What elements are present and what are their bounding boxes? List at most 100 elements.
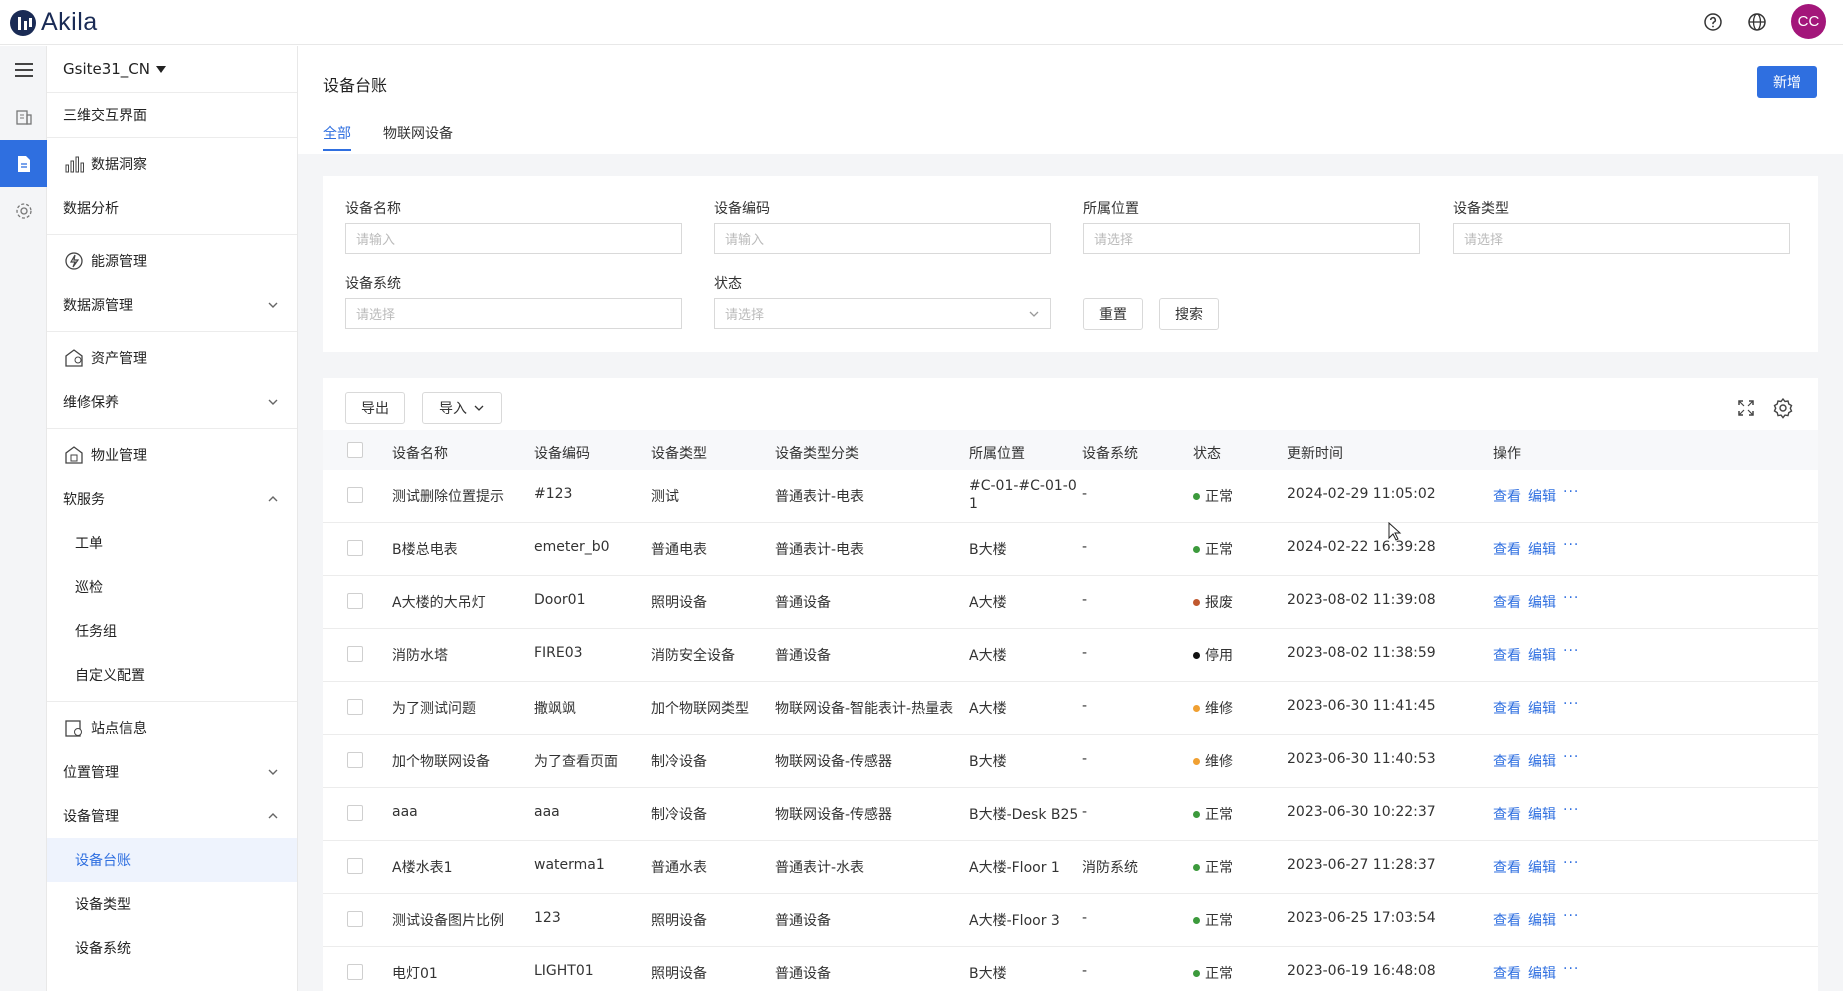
row-checkbox[interactable] <box>347 593 363 609</box>
more-actions-icon[interactable]: ··· <box>1563 484 1579 500</box>
device-code-input[interactable]: 请输入 <box>714 223 1051 254</box>
tab-iot-devices[interactable]: 物联网设备 <box>383 123 453 143</box>
row-checkbox[interactable] <box>347 646 363 662</box>
row-checkbox[interactable] <box>347 752 363 768</box>
edit-link[interactable]: 编辑 <box>1528 698 1556 718</box>
sidebar-item-device-mgmt[interactable]: 设备管理 <box>47 794 297 838</box>
rail-document-button[interactable] <box>0 140 47 187</box>
table-row[interactable]: 测试删除位置提示 #123 测试 普通表计-电表 #C-01-#C-01-0 1 - 正常 20… <box>323 470 1818 523</box>
view-link[interactable]: 查看 <box>1493 539 1521 559</box>
table-row[interactable]: B楼总电表 emeter_b0 普通电表 普通表计-电表 B大楼 - 正常 2024-02-2… <box>323 523 1818 576</box>
column-header[interactable]: 设备系统 <box>1082 443 1138 463</box>
device-system-select[interactable]: 请选择 <box>345 298 682 329</box>
search-button[interactable]: 搜索 <box>1159 298 1219 330</box>
sidebar-item-3d[interactable]: 三维交互界面 <box>47 93 297 137</box>
sidebar-item-inspection[interactable]: 巡检 <box>47 565 297 609</box>
column-header[interactable]: 设备类型 <box>651 443 707 463</box>
sidebar-group-site-info[interactable]: 站点信息 <box>47 706 297 750</box>
more-actions-icon[interactable]: ··· <box>1563 908 1579 924</box>
more-actions-icon[interactable]: ··· <box>1563 696 1579 712</box>
more-actions-icon[interactable]: ··· <box>1563 643 1579 659</box>
sidebar-item-location[interactable]: 位置管理 <box>47 750 297 794</box>
reset-button[interactable]: 重置 <box>1083 298 1143 330</box>
table-row[interactable]: 消防水塔 FIRE03 消防安全设备 普通设备 A大楼 - 停用 2023-08-02 11:… <box>323 629 1818 682</box>
column-header[interactable]: 设备名称 <box>392 443 448 463</box>
table-row[interactable]: 测试设备图片比例 123 照明设备 普通设备 A大楼-Floor 3 - 正常 2023-06… <box>323 894 1818 947</box>
sidebar-item-workorder[interactable]: 工单 <box>47 521 297 565</box>
akila-logo[interactable]: Akila <box>10 8 98 37</box>
table-row[interactable]: A楼水表1 waterma1 普通水表 普通表计-水表 A大楼-Floor 1 消防系统 正… <box>323 841 1818 894</box>
edit-link[interactable]: 编辑 <box>1528 486 1556 506</box>
row-checkbox[interactable] <box>347 964 363 980</box>
view-link[interactable]: 查看 <box>1493 963 1521 983</box>
sidebar-item-datasource[interactable]: 数据源管理 <box>47 283 297 327</box>
view-link[interactable]: 查看 <box>1493 486 1521 506</box>
view-link[interactable]: 查看 <box>1493 698 1521 718</box>
row-checkbox[interactable] <box>347 699 363 715</box>
view-link[interactable]: 查看 <box>1493 751 1521 771</box>
sidebar-group-asset[interactable]: 资产管理 <box>47 336 297 380</box>
sidebar-group-energy[interactable]: 能源管理 <box>47 239 297 283</box>
rail-settings-button[interactable] <box>0 187 47 234</box>
export-button[interactable]: 导出 <box>345 392 405 424</box>
status-select[interactable]: 请选择 <box>714 298 1051 329</box>
edit-link[interactable]: 编辑 <box>1528 857 1556 877</box>
device-type-select[interactable]: 请选择 <box>1453 223 1790 254</box>
table-row[interactable]: 为了测试问题 撒飒飒 加个物联网类型 物联网设备-智能表计-热量表 A大楼 - 维修 2023… <box>323 682 1818 735</box>
column-header[interactable]: 设备编码 <box>534 443 590 463</box>
sidebar-group-data-insight[interactable]: 数据洞察 <box>47 142 297 186</box>
more-actions-icon[interactable]: ··· <box>1563 802 1579 818</box>
column-header[interactable]: 更新时间 <box>1287 443 1343 463</box>
sidebar-item-taskgroup[interactable]: 任务组 <box>47 609 297 653</box>
view-link[interactable]: 查看 <box>1493 910 1521 930</box>
sidebar-item-device-type[interactable]: 设备类型 <box>47 882 297 926</box>
row-checkbox[interactable] <box>347 858 363 874</box>
view-link[interactable]: 查看 <box>1493 804 1521 824</box>
table-row[interactable]: 加个物联网设备 为了查看页面 制冷设备 物联网设备-传感器 B大楼 - 维修 2023-06-… <box>323 735 1818 788</box>
row-checkbox[interactable] <box>347 805 363 821</box>
edit-link[interactable]: 编辑 <box>1528 592 1556 612</box>
tab-all[interactable]: 全部 <box>323 123 351 143</box>
select-all-checkbox[interactable] <box>347 442 363 458</box>
edit-link[interactable]: 编辑 <box>1528 963 1556 983</box>
table-row[interactable]: aaa aaa 制冷设备 物联网设备-传感器 B大楼-Desk B25- 正常 2023-0… <box>323 788 1818 841</box>
view-link[interactable]: 查看 <box>1493 645 1521 665</box>
more-actions-icon[interactable]: ··· <box>1563 537 1579 553</box>
sidebar-item-custom-config[interactable]: 自定义配置 <box>47 653 297 697</box>
table-row[interactable]: A大楼的大吊灯 Door01 照明设备 普通设备 A大楼 - 报废 2023-08-02 11… <box>323 576 1818 629</box>
sidebar-item-device-ledger[interactable]: 设备台账 <box>47 838 297 882</box>
sidebar-item-data-analysis[interactable]: 数据分析 <box>47 186 297 230</box>
import-button[interactable]: 导入 <box>422 392 502 424</box>
column-header[interactable]: 设备类型分类 <box>775 443 859 463</box>
add-device-button[interactable]: 新增 <box>1757 66 1817 98</box>
view-link[interactable]: 查看 <box>1493 592 1521 612</box>
user-avatar[interactable]: CC <box>1791 4 1826 39</box>
column-header[interactable]: 所属位置 <box>969 443 1025 463</box>
row-checkbox[interactable] <box>347 911 363 927</box>
location-select[interactable]: 请选择 <box>1083 223 1420 254</box>
column-settings-gear-icon[interactable] <box>1772 397 1794 419</box>
edit-link[interactable]: 编辑 <box>1528 804 1556 824</box>
rail-building-button[interactable] <box>0 93 47 140</box>
edit-link[interactable]: 编辑 <box>1528 910 1556 930</box>
more-actions-icon[interactable]: ··· <box>1563 855 1579 871</box>
sidebar-group-property[interactable]: 物业管理 <box>47 433 297 477</box>
row-checkbox[interactable] <box>347 540 363 556</box>
view-link[interactable]: 查看 <box>1493 857 1521 877</box>
globe-icon[interactable] <box>1746 11 1768 33</box>
table-row[interactable]: 电灯01 LIGHT01 照明设备 普通设备 B大楼 - 正常 2023-06-19 16:4… <box>323 947 1818 991</box>
help-icon[interactable] <box>1702 11 1724 33</box>
more-actions-icon[interactable]: ··· <box>1563 961 1579 977</box>
menu-toggle-button[interactable] <box>0 46 47 93</box>
sidebar-item-maintenance[interactable]: 维修保养 <box>47 380 297 424</box>
fullscreen-icon[interactable] <box>1737 399 1755 417</box>
sidebar-item-device-system[interactable]: 设备系统 <box>47 926 297 970</box>
edit-link[interactable]: 编辑 <box>1528 751 1556 771</box>
edit-link[interactable]: 编辑 <box>1528 645 1556 665</box>
row-checkbox[interactable] <box>347 487 363 503</box>
column-header[interactable]: 状态 <box>1193 443 1221 463</box>
site-selector[interactable]: Gsite31_CN <box>47 46 297 93</box>
sidebar-item-soft-service[interactable]: 软服务 <box>47 477 297 521</box>
device-name-input[interactable]: 请输入 <box>345 223 682 254</box>
more-actions-icon[interactable]: ··· <box>1563 749 1579 765</box>
